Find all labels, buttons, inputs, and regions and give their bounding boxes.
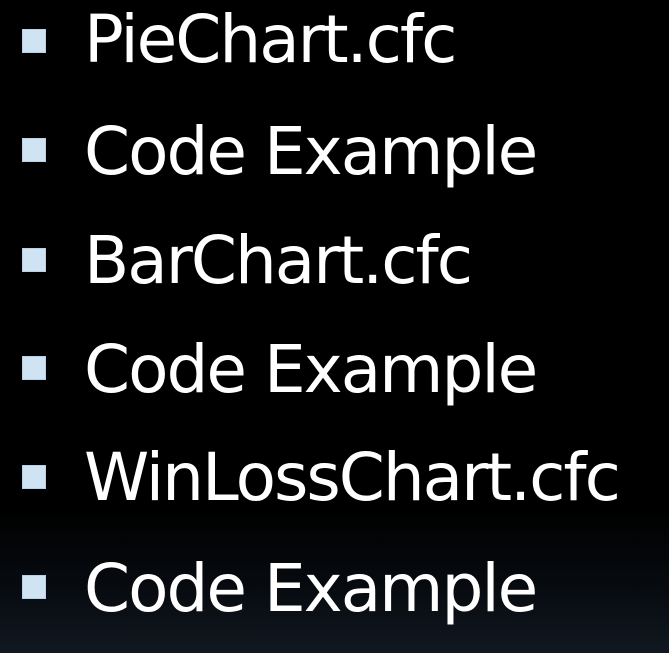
bullet-text: PieChart.cfc (84, 1, 457, 78)
square-bullet-icon (22, 29, 46, 53)
square-bullet-icon (22, 575, 46, 599)
bullet-text: BarChart.cfc (84, 222, 473, 299)
bullet-text: Code Example (84, 113, 538, 190)
bullet-text: Code Example (84, 331, 538, 408)
bullet-item-piechart: PieChart.cfc (0, 0, 669, 106)
bullet-item-code-example-2: Code Example (0, 325, 669, 433)
bullet-item-barchart: BarChart.cfc (0, 217, 669, 325)
square-bullet-icon (22, 138, 46, 162)
square-bullet-icon (22, 465, 46, 489)
bullet-item-code-example-3: Code Example (0, 544, 669, 652)
bullet-item-code-example-1: Code Example (0, 107, 669, 215)
slide: PieChart.cfc Code Example BarChart.cfc C… (0, 0, 669, 653)
square-bullet-icon (22, 356, 46, 380)
bullet-item-winlosschart: WinLossChart.cfc (0, 434, 669, 542)
bullet-text: WinLossChart.cfc (84, 439, 621, 516)
square-bullet-icon (22, 248, 46, 272)
bullet-text: Code Example (84, 550, 538, 627)
